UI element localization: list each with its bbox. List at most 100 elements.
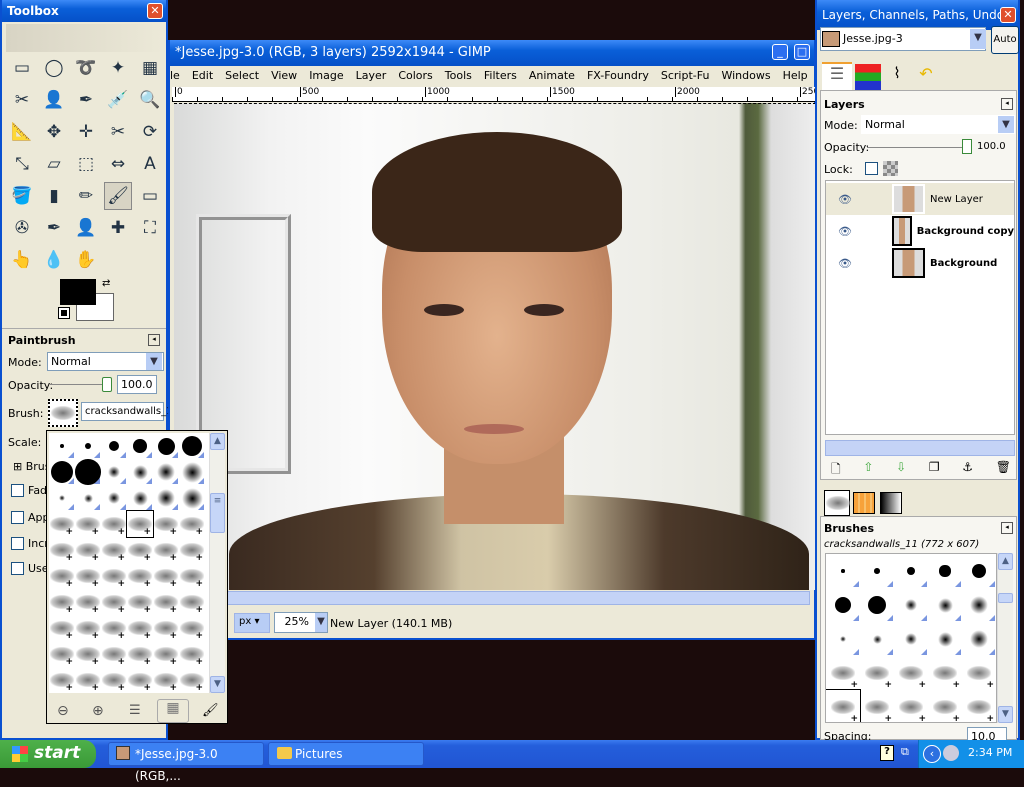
layer-row[interactable]: 👁 New Layer bbox=[826, 183, 1014, 215]
scroll-down-icon[interactable]: ▼ bbox=[998, 706, 1013, 723]
brush-cell[interactable]: + bbox=[49, 615, 75, 641]
image-titlebar[interactable]: *Jesse.jpg-3.0 (RGB, 3 layers) 2592x1944… bbox=[170, 40, 814, 66]
eye-icon[interactable]: 👁 bbox=[838, 193, 852, 206]
brush-cell[interactable]: + bbox=[179, 537, 205, 563]
tab-gradients[interactable] bbox=[880, 492, 902, 514]
perspective-tool-icon[interactable]: ⬚ bbox=[72, 150, 100, 178]
brush-cell[interactable] bbox=[127, 433, 153, 459]
brush-cell[interactable]: + bbox=[101, 589, 127, 615]
brush-cell[interactable] bbox=[179, 485, 205, 511]
brush-cell[interactable]: + bbox=[179, 615, 205, 641]
brush-cell[interactable]: + bbox=[101, 563, 127, 589]
brush-cell[interactable] bbox=[179, 459, 205, 485]
brush-cell[interactable] bbox=[127, 459, 153, 485]
brush-cell[interactable]: + bbox=[179, 563, 205, 589]
brush-cell[interactable]: + bbox=[894, 656, 928, 690]
fuzzy-select-tool-icon[interactable]: ✦ bbox=[104, 54, 132, 82]
brush-cell[interactable]: + bbox=[49, 641, 75, 667]
lock-pixels-checkbox[interactable] bbox=[865, 162, 878, 175]
close-button[interactable]: ✕ bbox=[1000, 7, 1016, 23]
blur-tool-icon[interactable]: 💧 bbox=[40, 246, 68, 274]
brush-cell[interactable]: + bbox=[75, 641, 101, 667]
show-hidden-icons-button[interactable]: ‹ bbox=[923, 745, 941, 763]
scroll-thumb[interactable] bbox=[998, 593, 1013, 603]
brush-cell[interactable]: + bbox=[928, 656, 962, 690]
restore-windows-icon[interactable]: ⧉ bbox=[901, 745, 909, 759]
menu-le[interactable]: le bbox=[170, 69, 180, 82]
brush-cell[interactable]: + bbox=[49, 667, 75, 693]
clock[interactable]: 2:34 PM bbox=[968, 746, 1012, 759]
brush-cell[interactable]: + bbox=[962, 656, 996, 690]
paintbrush-tool-icon[interactable]: 🖌 bbox=[104, 182, 132, 210]
brush-cell[interactable] bbox=[860, 622, 894, 656]
duplicate-layer-icon[interactable]: ❐ bbox=[929, 460, 940, 481]
brush-name-field[interactable]: cracksandwalls_11 bbox=[81, 402, 179, 421]
incremental-checkbox[interactable] bbox=[11, 537, 24, 550]
brush-cell[interactable]: + bbox=[179, 641, 205, 667]
align-tool-icon[interactable]: ✛ bbox=[72, 118, 100, 146]
chevron-down-icon[interactable]: ▼ bbox=[970, 29, 986, 49]
brush-cell[interactable]: + bbox=[49, 563, 75, 589]
bucket-fill-tool-icon[interactable]: 🪣 bbox=[8, 182, 36, 210]
slider-handle[interactable] bbox=[962, 139, 972, 154]
popup-scrollbar[interactable]: ▲ ≡ ▼ bbox=[209, 433, 225, 693]
dodge-burn-tool-icon[interactable]: ✋ bbox=[72, 246, 100, 274]
menu-edit[interactable]: Edit bbox=[192, 69, 213, 82]
foreground-select-tool-icon[interactable]: 👤 bbox=[40, 86, 68, 114]
flip-tool-icon[interactable]: ⇔ bbox=[104, 150, 132, 178]
menu-tools[interactable]: Tools bbox=[445, 69, 472, 82]
measure-tool-icon[interactable]: 📐 bbox=[8, 118, 36, 146]
brush-cell[interactable] bbox=[101, 459, 127, 485]
opacity-slider[interactable] bbox=[50, 384, 110, 385]
brush-cell[interactable]: + bbox=[127, 537, 153, 563]
brush-cell[interactable] bbox=[860, 588, 894, 622]
brush-cell[interactable]: + bbox=[127, 589, 153, 615]
brush-cell[interactable] bbox=[894, 588, 928, 622]
chevron-down-icon[interactable]: ▼ bbox=[315, 613, 327, 632]
image-select[interactable]: Jesse.jpg-3 bbox=[820, 27, 986, 51]
use-color-checkbox[interactable] bbox=[11, 562, 24, 575]
brush-cell[interactable] bbox=[127, 485, 153, 511]
layer-opacity-slider[interactable] bbox=[867, 147, 967, 148]
scroll-thumb[interactable]: ≡ bbox=[210, 493, 225, 533]
menu-colors[interactable]: Colors bbox=[398, 69, 432, 82]
tray-app-icon[interactable] bbox=[943, 745, 959, 761]
maximize-button[interactable]: □ bbox=[794, 44, 810, 60]
layer-row[interactable]: 👁 Background bbox=[826, 247, 1014, 279]
color-picker-tool-icon[interactable]: 💉 bbox=[104, 86, 132, 114]
brush-cell[interactable]: + bbox=[127, 563, 153, 589]
layers-hscrollbar[interactable] bbox=[825, 440, 1015, 456]
spacing-input[interactable]: 10.0 bbox=[967, 727, 1007, 743]
brush-cell[interactable]: + bbox=[153, 563, 179, 589]
brush-cell[interactable]: + bbox=[179, 511, 205, 537]
menu-help[interactable]: Help bbox=[783, 69, 808, 82]
brush-cell[interactable]: + bbox=[153, 589, 179, 615]
scale-tool-icon[interactable]: ⤡ bbox=[8, 150, 36, 178]
brush-cell[interactable]: + bbox=[101, 667, 127, 693]
brush-cell[interactable]: + bbox=[153, 667, 179, 693]
layer-row[interactable]: 👁 Background copy bbox=[826, 215, 1014, 247]
menu-windows[interactable]: Windows bbox=[721, 69, 770, 82]
pencil-tool-icon[interactable]: ✏ bbox=[72, 182, 100, 210]
brush-cell[interactable] bbox=[928, 554, 962, 588]
grid-view-icon[interactable]: ▦ bbox=[157, 699, 189, 723]
brush-cell[interactable] bbox=[101, 485, 127, 511]
scroll-up-icon[interactable]: ▲ bbox=[998, 553, 1013, 570]
tab-layers[interactable]: ☰ bbox=[822, 62, 852, 90]
layer-mode-select[interactable]: Normal bbox=[861, 115, 1015, 134]
dock-titlebar[interactable]: Layers, Channels, Paths, Undo -... bbox=[817, 0, 1018, 52]
raise-layer-icon[interactable]: ⇧ bbox=[863, 460, 873, 481]
scroll-up-icon[interactable]: ▲ bbox=[210, 433, 225, 450]
layer-opacity-value[interactable]: 100.0 bbox=[977, 141, 1006, 152]
brushes-scrollbar[interactable]: ▲ ▼ bbox=[997, 553, 1013, 723]
minimize-button[interactable]: _ bbox=[772, 44, 788, 60]
ellipse-select-tool-icon[interactable]: ◯ bbox=[40, 54, 68, 82]
eye-icon[interactable]: 👁 bbox=[838, 257, 852, 270]
brush-cell[interactable] bbox=[153, 459, 179, 485]
panel-menu-icon[interactable]: ◂ bbox=[148, 334, 160, 346]
brush-cell[interactable]: + bbox=[101, 537, 127, 563]
airbrush-tool-icon[interactable]: ✇ bbox=[8, 214, 36, 242]
brush-cell[interactable]: + bbox=[826, 689, 861, 722]
scroll-down-icon[interactable]: ▼ bbox=[210, 676, 225, 693]
perspective-clone-tool-icon[interactable]: ⛶ bbox=[136, 214, 164, 242]
